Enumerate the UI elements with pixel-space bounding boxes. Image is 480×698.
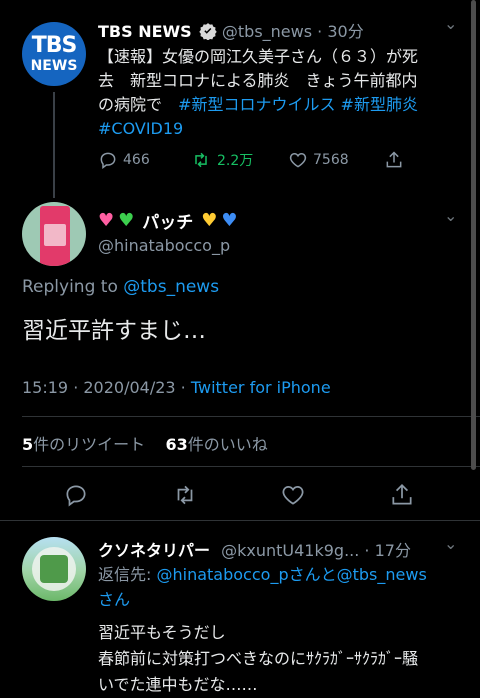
avatar-patch[interactable] [22, 202, 86, 266]
retweet-button[interactable]: 2.2万 [190, 150, 253, 170]
avatar-text-news: NEWS [30, 58, 78, 74]
retweet-count: 2.2万 [217, 153, 254, 169]
author-handle[interactable]: @tbs_news [222, 22, 312, 41]
heart-sparkle-icon: ♥ [98, 210, 115, 231]
scrollbar[interactable] [471, 0, 476, 470]
avatar-kusonetaripa[interactable] [22, 537, 86, 601]
heart-icon[interactable] [280, 482, 306, 508]
divider [22, 466, 480, 467]
tweet-source-link[interactable]: Twitter for iPhone [191, 378, 331, 397]
blue-heart-icon: ♥ [221, 210, 238, 231]
reply-user-link[interactable]: @hinatabocco_p [157, 565, 289, 584]
divider [22, 416, 480, 417]
engagement-stats: 5件のリツイート 63件のいいね [22, 431, 268, 455]
tweet-timestamp: 15:19 · 2020/04/23 · Twitter for iPhone [22, 378, 331, 397]
tweet1-header: TBS NEWS @tbs_news · 30分 [98, 22, 364, 41]
author-handle[interactable]: @hinatabocco_p [98, 236, 230, 255]
verified-badge-icon [199, 22, 217, 40]
avatar-tbs-news[interactable]: TBS NEWS [22, 22, 86, 86]
tweet3-header: クソネタリパー @kxuntU41k9g... · 17分 [98, 541, 411, 560]
tweet1-text: 【速報】女優の岡江久美子さん（６３）が死 去 新型コロナによる肺炎 きょう午前都… [98, 47, 419, 138]
heart-icon [288, 150, 308, 170]
replying-to-link[interactable]: @tbs_news [123, 277, 219, 297]
hashtag-link[interactable]: #新型コロナウイルス [178, 95, 335, 114]
author-name[interactable]: クソネタリパー [98, 541, 210, 560]
reply-count: 466 [123, 152, 150, 168]
share-icon[interactable] [384, 149, 404, 171]
hashtag-link[interactable]: #COVID19 [98, 119, 183, 138]
section-separator [0, 520, 480, 521]
reply-icon[interactable] [63, 482, 89, 508]
green-heart-icon: ♥ [118, 210, 135, 231]
reply-button[interactable]: 466 [98, 150, 150, 170]
thread-line [53, 92, 55, 198]
replying-to: Replying to @tbs_news [22, 277, 220, 297]
chevron-down-icon[interactable]: ⌄ [444, 534, 457, 553]
author-name[interactable]: パッチ [142, 208, 193, 233]
reply-icon [98, 150, 118, 170]
avatar-text-tbs: TBS [31, 33, 78, 58]
tweet-time[interactable]: 30分 [327, 22, 363, 41]
chevron-down-icon[interactable]: ⌄ [444, 14, 457, 33]
author-name[interactable]: TBS NEWS [98, 22, 192, 41]
reply-user-link[interactable]: @tbs_news [337, 565, 427, 584]
tweet2-name-row: ♥ ♥ パッチ ♥ ♥ [98, 208, 238, 233]
tweet3-text: 習近平もそうだし 春節前に対策打つべきなのにｻｸﾗｶﾞｰｻｸﾗｶﾞｰ騒 いでた連… [98, 623, 419, 694]
like-button[interactable]: 7568 [288, 150, 349, 170]
hashtag-link[interactable]: #新型肺炎 [341, 95, 418, 114]
share-icon[interactable] [389, 481, 415, 509]
tweet-time[interactable]: 17分 [375, 541, 411, 560]
retweet-icon[interactable] [171, 482, 199, 508]
retweet-icon [190, 150, 212, 170]
tweet2-text: 習近平許すまじ… [22, 318, 206, 344]
yellow-heart-icon: ♥ [201, 210, 218, 231]
reply-context: 返信先: @hinatabocco_pさんと@tbs_news さん [98, 565, 427, 609]
like-count: 7568 [313, 152, 349, 168]
chevron-down-icon[interactable]: ⌄ [444, 206, 457, 225]
likes-stat[interactable]: 63件のいいね [166, 435, 268, 454]
author-handle[interactable]: @kxuntU41k9g... [221, 541, 359, 560]
retweets-stat[interactable]: 5件のリツイート [22, 435, 145, 454]
